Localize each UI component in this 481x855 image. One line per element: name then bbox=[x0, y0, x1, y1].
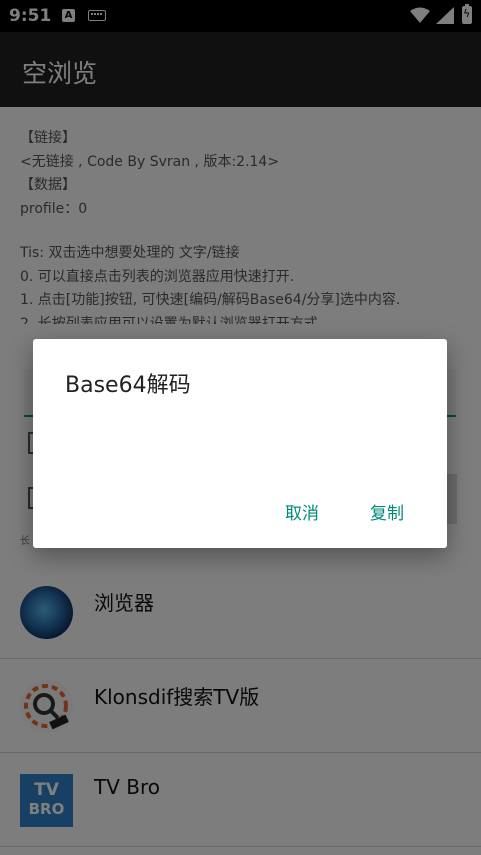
cancel-button[interactable]: 取消 bbox=[285, 499, 319, 524]
base64-dialog: Base64解码 取消 复制 bbox=[33, 339, 447, 548]
copy-button[interactable]: 复制 bbox=[370, 499, 404, 524]
dialog-title: Base64解码 bbox=[65, 373, 191, 398]
